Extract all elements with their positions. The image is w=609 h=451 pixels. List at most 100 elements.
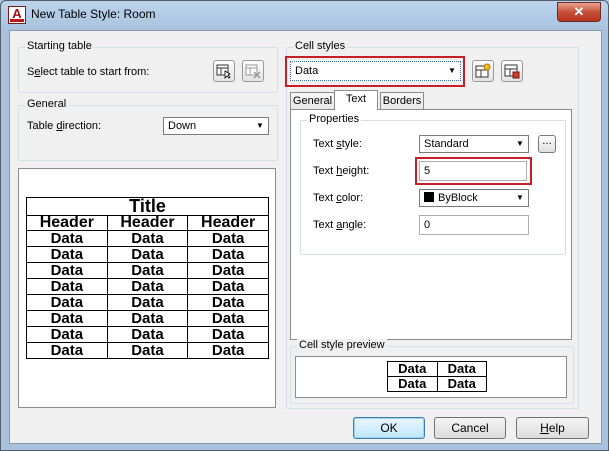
- table-direction-value: Down: [168, 120, 197, 132]
- preview-header-cell: Header: [187, 215, 269, 231]
- preview-data-cell: Data: [187, 246, 269, 263]
- chevron-down-icon: ▼: [256, 121, 264, 130]
- preview-data-cell: Data: [26, 326, 108, 343]
- preview-data-cell: Data: [187, 326, 269, 343]
- tab-general[interactable]: General: [290, 92, 335, 110]
- preview-data-row: Data Data Data: [26, 246, 269, 263]
- cell-style-dropdown[interactable]: Data ▼: [290, 61, 461, 81]
- chevron-down-icon: ▼: [448, 66, 456, 75]
- preview-data-cell: Data: [26, 246, 108, 263]
- text-tab-panel: Properties Text style: Standard ▼ ... Te…: [290, 109, 572, 340]
- preview-data-cell: Data: [187, 310, 269, 327]
- text-color-value: ByBlock: [438, 192, 478, 204]
- preview-data-cell: Data: [187, 294, 269, 311]
- create-cell-style-button[interactable]: [472, 60, 494, 82]
- preview-header-cell: Header: [26, 215, 108, 231]
- preview-data-cell: Data: [106, 294, 189, 311]
- text-color-dropdown[interactable]: ByBlock ▼: [419, 189, 529, 207]
- preview-data-cell: Data: [187, 230, 269, 247]
- preview-data-row: Data Data Data: [26, 310, 269, 327]
- text-angle-input[interactable]: 0: [419, 215, 529, 235]
- preview-data-row: Data Data Data: [26, 326, 269, 343]
- text-height-label: Text height:: [313, 165, 370, 177]
- cell-style-preview-box: Data Data Data Data: [295, 356, 567, 398]
- cell-preview-cell: Data: [387, 376, 438, 392]
- preview-data-cell: Data: [106, 262, 189, 279]
- preview-data-row: Data Data Data: [26, 230, 269, 247]
- text-height-input[interactable]: 5: [419, 161, 527, 181]
- remove-table-icon: [245, 64, 261, 79]
- dialog-window: A New Table Style: Room ✕ Starting table…: [0, 0, 609, 451]
- starting-table-group: Starting table Select table to start fro…: [18, 40, 278, 93]
- preview-data-cell: Data: [26, 310, 108, 327]
- close-button[interactable]: ✕: [557, 2, 601, 22]
- preview-data-row: Data Data Data: [26, 262, 269, 279]
- preview-data-cell: Data: [26, 294, 108, 311]
- cell-preview-cell: Data: [436, 361, 487, 377]
- preview-data-cell: Data: [187, 342, 269, 359]
- text-angle-value: 0: [424, 219, 431, 231]
- cell-preview-cell: Data: [387, 361, 438, 377]
- text-color-label: Text color:: [313, 192, 364, 204]
- close-icon: ✕: [573, 4, 585, 19]
- preview-data-cell: Data: [26, 230, 108, 247]
- cell-style-preview-group: Cell style preview Data Data Data Data: [290, 339, 574, 404]
- table-style-preview: Title Header Header Header Data Data Data Dat…: [18, 168, 276, 408]
- help-button[interactable]: Help: [516, 417, 589, 439]
- preview-data-cell: Data: [106, 230, 189, 247]
- properties-group-label: Properties: [307, 113, 362, 125]
- manage-cell-styles-icon: [504, 64, 520, 79]
- remove-table-button[interactable]: [242, 60, 264, 82]
- table-direction-dropdown[interactable]: Down ▼: [163, 117, 269, 135]
- autocad-app-icon: A: [8, 6, 26, 24]
- text-height-value: 5: [424, 165, 431, 177]
- cancel-button[interactable]: Cancel: [434, 417, 506, 439]
- preview-header-cell: Header: [106, 215, 189, 231]
- chevron-down-icon: ▼: [516, 193, 524, 202]
- preview-data-cell: Data: [26, 262, 108, 279]
- manage-cell-styles-button[interactable]: [501, 60, 523, 82]
- preview-data-cell: Data: [106, 326, 189, 343]
- tab-text[interactable]: Text: [334, 90, 378, 110]
- preview-table: Title Header Header Header Data Data Data Dat…: [26, 197, 269, 359]
- chevron-down-icon: ▼: [516, 139, 524, 148]
- preview-data-cell: Data: [106, 278, 189, 295]
- select-table-button[interactable]: [213, 60, 235, 82]
- cell-preview-cell: Data: [436, 376, 487, 392]
- tab-borders[interactable]: Borders: [380, 92, 424, 110]
- general-group-label: General: [25, 98, 69, 110]
- text-style-browse-button[interactable]: ...: [538, 135, 556, 153]
- cell-styles-group: Cell styles Data ▼ General Text Borders …: [285, 40, 579, 409]
- preview-data-cell: Data: [26, 342, 108, 359]
- window-title: New Table Style: Room: [31, 7, 156, 21]
- table-direction-label: Table direction:: [27, 120, 102, 132]
- preview-data-cell: Data: [106, 310, 189, 327]
- text-style-label: Text style:: [313, 138, 362, 150]
- preview-data-row: Data Data Data: [26, 278, 269, 295]
- preview-data-row: Data Data Data: [26, 342, 269, 359]
- text-style-value: Standard: [424, 138, 469, 150]
- preview-data-cell: Data: [187, 262, 269, 279]
- cell-preview-table: Data Data Data Data: [387, 361, 487, 392]
- color-swatch: [424, 192, 434, 202]
- preview-data-cell: Data: [187, 278, 269, 295]
- general-group: General Table direction: Down ▼: [18, 98, 278, 161]
- select-table-label: Select table to start from:: [27, 66, 150, 78]
- text-angle-label: Text angle:: [313, 219, 367, 231]
- title-bar[interactable]: A New Table Style: Room ✕: [1, 1, 608, 29]
- preview-data-cell: Data: [106, 342, 189, 359]
- dialog-client-area: Starting table Select table to start fro…: [9, 30, 602, 444]
- text-style-dropdown[interactable]: Standard ▼: [419, 135, 529, 153]
- preview-data-cell: Data: [106, 246, 189, 263]
- cell-styles-group-label: Cell styles: [293, 40, 348, 52]
- select-table-icon: [216, 64, 231, 79]
- cell-preview-row: Data Data: [387, 376, 487, 392]
- preview-data-row: Data Data Data: [26, 294, 269, 311]
- cell-style-value: Data: [295, 65, 319, 77]
- cell-preview-row: Data Data: [387, 361, 487, 377]
- preview-data-cell: Data: [26, 278, 108, 295]
- cell-style-preview-label: Cell style preview: [297, 339, 387, 351]
- starting-table-group-label: Starting table: [25, 40, 94, 52]
- preview-title-cell: Title: [26, 197, 269, 216]
- ok-button[interactable]: OK: [353, 417, 425, 439]
